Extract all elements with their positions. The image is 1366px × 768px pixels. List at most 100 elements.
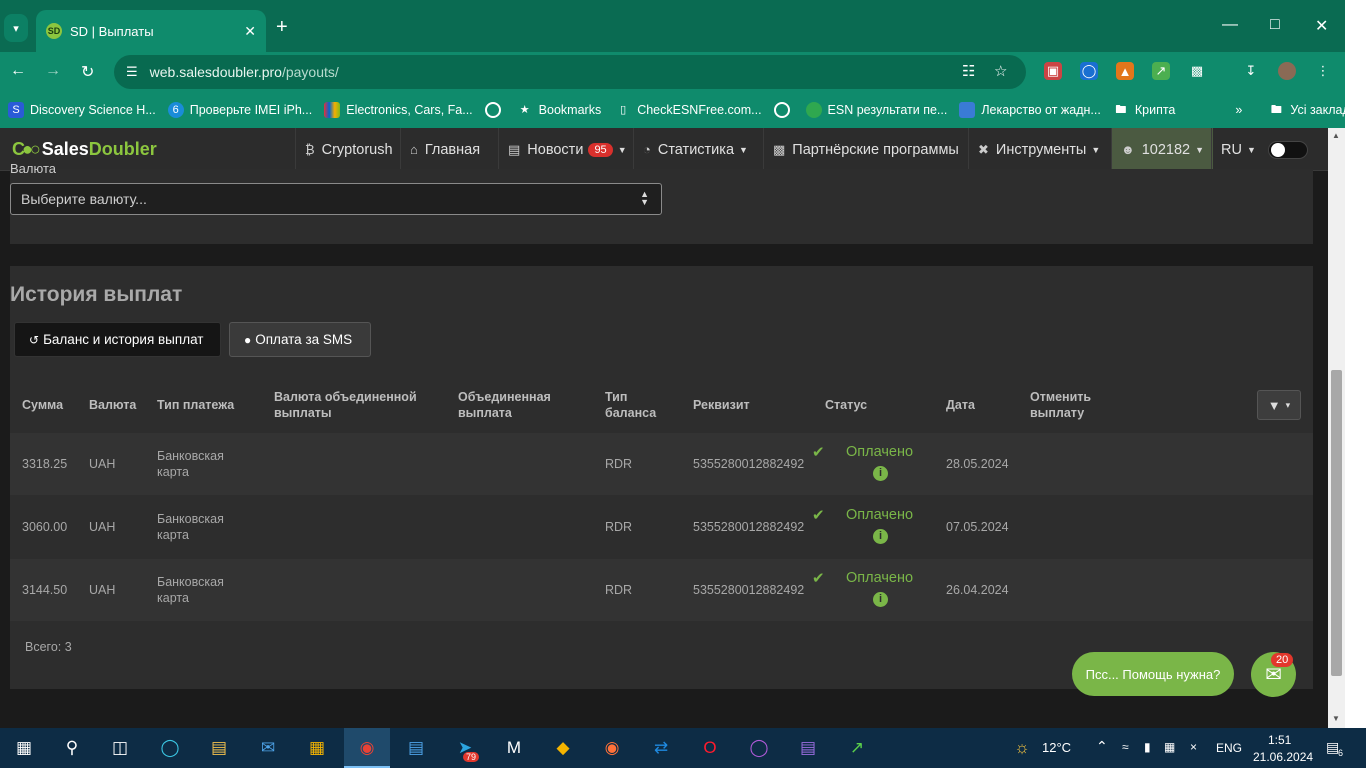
vpn-mask-icon[interactable]: ◯: [747, 736, 771, 760]
forward-icon[interactable]: →: [45, 62, 61, 80]
col-header-amount[interactable]: Сумма: [22, 397, 63, 413]
search-icon[interactable]: ⚲: [60, 736, 84, 760]
check-icon: ✔: [812, 507, 825, 524]
filter-button[interactable]: ▼ ▾: [1257, 390, 1301, 420]
bookmark-star-icon[interactable]: ☆: [994, 62, 1007, 80]
translate-icon[interactable]: ☷: [962, 62, 975, 80]
cell-date: 26.04.2024: [946, 583, 1009, 597]
stocks-chart-icon[interactable]: ↗: [845, 736, 869, 760]
nav-cryptorush[interactable]: ₿ Cryptorush: [295, 128, 402, 171]
store-icon[interactable]: ▦: [305, 736, 329, 760]
scroll-up-icon[interactable]: ▲: [1332, 131, 1340, 140]
input-language[interactable]: ENG: [1216, 741, 1242, 755]
bookmark-item[interactable]: Лекарство от жадн...: [959, 102, 1101, 118]
scrollbar-thumb[interactable]: [1331, 370, 1342, 676]
theme-toggle[interactable]: [1268, 141, 1308, 159]
bookmark-item[interactable]: ▯ CheckESNFree.com...: [615, 102, 761, 118]
salesdoubler-logo[interactable]: C●○ Sales Doubler: [12, 139, 157, 160]
info-icon[interactable]: i: [873, 592, 888, 607]
more-bookmarks-button[interactable]: »: [1235, 103, 1242, 117]
document-icon[interactable]: ▤: [404, 736, 428, 760]
bookmark-item[interactable]: 6 Проверьте IMEI iPh...: [167, 102, 312, 118]
tab-balance-history[interactable]: ↺ Баланс и история выплат: [14, 322, 221, 357]
caret-down-icon: ▼: [1246, 144, 1256, 155]
clapper-icon[interactable]: ▤: [796, 736, 820, 760]
currency-select[interactable]: Выберите валюту... ▲ ▼: [10, 183, 662, 215]
info-icon[interactable]: i: [873, 529, 888, 544]
nav-home[interactable]: ⌂ Главная: [400, 128, 489, 171]
mail-icon[interactable]: ✉: [256, 736, 280, 760]
close-window-icon[interactable]: ✕: [1315, 16, 1328, 36]
edge-icon[interactable]: ◯: [158, 736, 182, 760]
bookmark-item[interactable]: ESN результати пе...: [805, 102, 947, 118]
page-scrollbar[interactable]: ▲ ▼: [1328, 128, 1345, 728]
wifi-icon[interactable]: ≈: [1122, 740, 1129, 754]
task-view-icon[interactable]: ◫: [108, 736, 132, 760]
bookmark-folder[interactable]: 🖿 Крипта: [1113, 102, 1175, 118]
brave-icon[interactable]: ◆: [551, 736, 575, 760]
browser-tab[interactable]: SD SD | Выплаты ✕: [36, 10, 266, 52]
tab-sms-payment[interactable]: ● Оплата за SMS: [229, 322, 371, 357]
site-info-icon[interactable]: ☰: [126, 64, 138, 80]
col-header-balance-type[interactable]: Тип баланса: [605, 389, 665, 421]
col-header-status[interactable]: Статус: [825, 397, 867, 413]
menu-kebab-icon[interactable]: ⋮: [1314, 62, 1332, 80]
scroll-down-icon[interactable]: ▼: [1332, 714, 1340, 723]
extension-car-icon[interactable]: ▣: [1044, 62, 1062, 80]
home-icon: ⌂: [410, 142, 418, 157]
col-header-cancel[interactable]: Отменить выплату: [1030, 389, 1110, 421]
col-header-merged-currency[interactable]: Валюта объединенной выплаты: [274, 389, 424, 421]
m-app-icon[interactable]: M: [502, 736, 526, 760]
col-header-date[interactable]: Дата: [946, 397, 975, 413]
clock-time[interactable]: 1:51: [1268, 733, 1291, 747]
cell-requisite: 5355280012882492: [693, 583, 805, 597]
file-explorer-icon[interactable]: ▤: [207, 736, 231, 760]
bookmark-item[interactable]: S Discovery Science H...: [8, 102, 156, 118]
help-chat-bubble[interactable]: Псс... Помощь нужна?: [1072, 652, 1234, 696]
col-header-merged-payout[interactable]: Объединенная выплата: [458, 389, 558, 421]
col-header-currency[interactable]: Валюта: [89, 397, 136, 413]
nav-language[interactable]: RU ▼: [1211, 128, 1265, 171]
reload-icon[interactable]: ↻: [81, 62, 94, 82]
nav-account[interactable]: ☻ 102182 ▼: [1111, 128, 1213, 171]
network-icon[interactable]: ▦: [1164, 740, 1175, 754]
nav-statistics[interactable]: ◔ Статистика ▼: [633, 128, 757, 171]
back-icon[interactable]: ←: [10, 62, 26, 80]
info-icon[interactable]: i: [873, 466, 888, 481]
weather-temperature[interactable]: 12°C: [1042, 740, 1071, 755]
extension-chart-icon[interactable]: ↗: [1152, 62, 1170, 80]
windows-start-icon[interactable]: ▦: [12, 736, 36, 760]
pie-chart-icon: ◔: [643, 142, 651, 157]
download-icon[interactable]: ↧: [1242, 62, 1260, 80]
new-tab-button[interactable]: +: [276, 16, 288, 39]
close-tab-icon[interactable]: ✕: [244, 23, 256, 40]
nav-tools[interactable]: ✖ Инструменты ▼: [968, 128, 1109, 171]
cell-amount: 3318.25: [22, 457, 68, 471]
bookmark-item[interactable]: [484, 102, 507, 118]
volume-muted-icon[interactable]: ×: [1190, 740, 1197, 754]
battery-icon[interactable]: ▮: [1144, 740, 1151, 754]
nav-partner-programs[interactable]: ▩ Партнёрские программы: [763, 128, 968, 171]
extension-shield-icon[interactable]: ◯: [1080, 62, 1098, 80]
nav-news[interactable]: ▤ Новости 95 ▼: [498, 128, 636, 171]
bookmark-item[interactable]: [773, 102, 796, 118]
profile-avatar[interactable]: [1278, 62, 1296, 80]
address-bar[interactable]: ☰ web.salesdoubler.pro/payouts/ ☷ ☆: [114, 55, 1026, 89]
firefox-icon[interactable]: ◉: [600, 736, 624, 760]
clock-date[interactable]: 21.06.2024: [1253, 750, 1313, 764]
opera-icon[interactable]: O: [698, 736, 722, 760]
metamask-icon[interactable]: ▲: [1116, 62, 1134, 80]
chrome-icon[interactable]: ◉: [355, 736, 379, 760]
bookmark-item[interactable]: Electronics, Cars, Fa...: [324, 102, 473, 118]
maximize-icon[interactable]: □: [1270, 16, 1280, 34]
bookmark-item[interactable]: ★ Bookmarks: [517, 102, 601, 118]
extensions-puzzle-icon[interactable]: ▩: [1188, 62, 1206, 80]
imei-icon: 6: [167, 102, 184, 118]
tab-search-button[interactable]: ▾: [4, 14, 28, 42]
col-header-requisite[interactable]: Реквизит: [693, 397, 750, 413]
teamviewer-icon[interactable]: ⇄: [649, 736, 673, 760]
minimize-icon[interactable]: —: [1222, 16, 1238, 34]
col-header-payment-type[interactable]: Тип платежа: [157, 397, 234, 413]
chevron-up-icon[interactable]: ⌃: [1096, 738, 1108, 755]
weather-icon[interactable]: ☼: [1010, 736, 1034, 760]
